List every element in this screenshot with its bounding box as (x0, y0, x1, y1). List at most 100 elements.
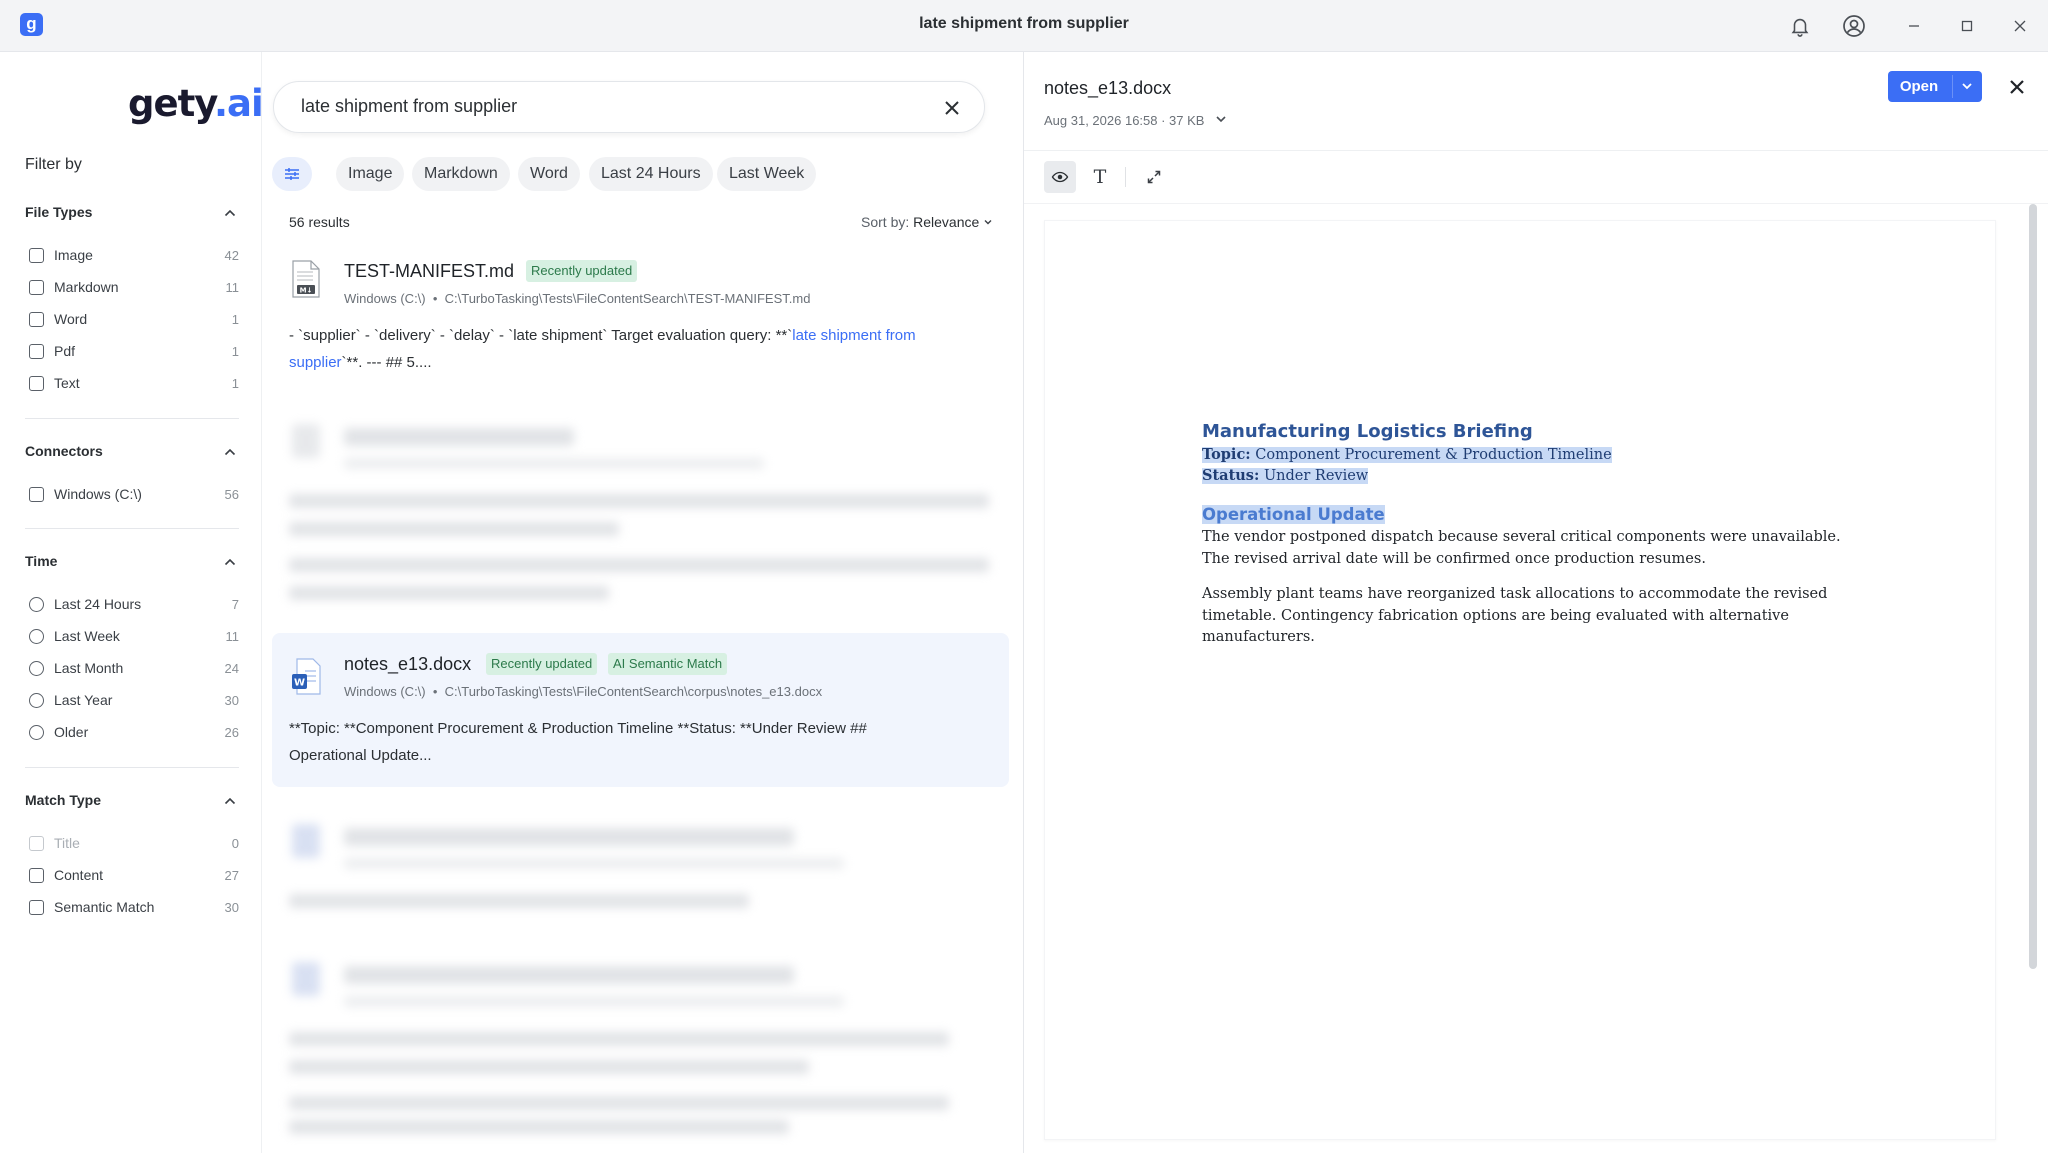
divider (1125, 167, 1126, 187)
checkbox[interactable] (29, 247, 44, 263)
filter-last-24-hours[interactable]: Last 24 Hours 7 (29, 592, 239, 616)
sort-dropdown[interactable]: Sort by: Relevance (861, 214, 993, 230)
divider (1024, 150, 2048, 151)
svg-text:M↓: M↓ (300, 287, 313, 295)
result-title[interactable]: notes_e13.docx (344, 654, 471, 675)
result-snippet: **Topic: **Component Procurement & Produ… (289, 720, 867, 764)
chevron-up-icon[interactable] (222, 444, 238, 460)
checkbox (29, 835, 44, 851)
text-view-icon[interactable]: T (1084, 161, 1116, 193)
checkbox[interactable] (29, 343, 44, 359)
filter-last-month[interactable]: Last Month 24 (29, 656, 239, 680)
doc-subheading: Operational Update (1202, 505, 1385, 524)
filter-toggle-button[interactable] (272, 157, 312, 191)
bell-icon[interactable] (1786, 12, 1814, 40)
checkbox[interactable] (29, 375, 44, 391)
clear-search-icon[interactable] (940, 96, 964, 120)
svg-text:W: W (294, 678, 305, 689)
close-preview-icon[interactable] (2005, 75, 2029, 99)
doc-status: Status: Under Review (1202, 467, 1369, 484)
filter-sidebar: gety.ai Filter by File Types Image 42 Mar… (0, 52, 264, 1153)
results-count: 56 results (289, 214, 350, 230)
document-page: Manufacturing Logistics Briefing Topic: … (1044, 220, 1996, 1140)
filter-windows-c[interactable]: Windows (C:\) 56 (29, 482, 239, 506)
expand-icon[interactable] (1138, 161, 1170, 193)
chip-image[interactable]: Image (336, 157, 405, 191)
filter-older[interactable]: Older 26 (29, 720, 239, 744)
connectors-header[interactable]: Connectors (25, 443, 103, 459)
radio[interactable] (29, 692, 44, 708)
search-input[interactable] (301, 96, 901, 117)
chip-last-24-hours[interactable]: Last 24 Hours (589, 157, 713, 191)
chip-word[interactable]: Word (518, 157, 580, 191)
divider (1024, 203, 2048, 204)
markdown-file-icon: M↓ (292, 260, 320, 298)
result-item[interactable]: M↓ TEST-MANIFEST.md Recently updated Win… (272, 248, 1009, 378)
time-header[interactable]: Time (25, 553, 57, 569)
chip-last-week[interactable]: Last Week (717, 157, 817, 191)
expand-arrows-icon (1147, 170, 1161, 184)
filter-title: Title 0 (29, 831, 239, 855)
minimize-icon[interactable] (1900, 12, 1928, 40)
file-types-header[interactable]: File Types (25, 204, 92, 220)
filter-markdown[interactable]: Markdown 11 (29, 275, 239, 299)
match-type-header[interactable]: Match Type (25, 792, 101, 808)
chevron-down-icon[interactable] (1214, 112, 1228, 126)
preview-view-button[interactable] (1044, 161, 1076, 193)
ai-semantic-match-badge: AI Semantic Match (608, 653, 728, 675)
chevron-up-icon[interactable] (222, 793, 238, 809)
open-button[interactable]: Open (1888, 71, 1982, 102)
blurred-result-item (272, 812, 1009, 922)
filter-word[interactable]: Word 1 (29, 307, 239, 331)
preview-scrollbar[interactable] (2029, 204, 2037, 969)
checkbox[interactable] (29, 486, 44, 502)
filter-pdf[interactable]: Pdf 1 (29, 339, 239, 363)
result-path: Windows (C:\) • C:\TurboTasking\Tests\Fi… (344, 684, 823, 699)
blurred-result-item (272, 950, 1009, 1140)
filter-text[interactable]: Text 1 (29, 371, 239, 395)
close-window-icon[interactable] (2006, 12, 2034, 40)
chip-markdown[interactable]: Markdown (412, 157, 510, 191)
result-title[interactable]: TEST-MANIFEST.md (344, 261, 514, 282)
chevron-up-icon[interactable] (222, 205, 238, 221)
checkbox[interactable] (29, 899, 44, 915)
maximize-icon[interactable] (1953, 12, 1981, 40)
doc-paragraph: The vendor postponed dispatch because se… (1202, 529, 1841, 567)
result-snippet: - `supplier` - `delivery` - `delay` - `l… (289, 327, 916, 371)
recently-updated-badge: Recently updated (486, 653, 598, 675)
title-bar: g late shipment from supplier (0, 0, 2048, 52)
doc-paragraph: Assembly plant teams have reorganized ta… (1202, 586, 1828, 645)
gety-logo: gety.ai (128, 82, 264, 125)
eye-icon (1051, 171, 1069, 183)
result-item-selected[interactable]: W notes_e13.docx Recently updated AI Sem… (272, 633, 1009, 787)
window-title: late shipment from supplier (919, 15, 1129, 32)
doc-heading: Manufacturing Logistics Briefing (1202, 421, 1533, 442)
recently-updated-badge: Recently updated (526, 260, 638, 282)
radio[interactable] (29, 724, 44, 740)
checkbox[interactable] (29, 867, 44, 883)
checkbox[interactable] (29, 311, 44, 327)
radio[interactable] (29, 596, 44, 612)
filter-image[interactable]: Image 42 (29, 243, 239, 267)
chevron-up-icon[interactable] (222, 554, 238, 570)
divider (25, 418, 239, 419)
radio[interactable] (29, 660, 44, 676)
divider (25, 767, 239, 768)
chevron-down-icon[interactable] (1960, 79, 1974, 93)
filter-semantic-match[interactable]: Semantic Match 30 (29, 895, 239, 919)
radio[interactable] (29, 628, 44, 644)
preview-meta: Aug 31, 2026 16:58 · 37 KB (1044, 113, 1205, 128)
checkbox[interactable] (29, 279, 44, 295)
divider (25, 528, 239, 529)
filter-last-year[interactable]: Last Year 30 (29, 688, 239, 712)
blurred-result-item (272, 412, 1009, 612)
preview-filename: notes_e13.docx (1044, 78, 1172, 98)
account-icon[interactable] (1840, 12, 1868, 40)
preview-pane: notes_e13.docx Aug 31, 2026 16:58 · 37 K… (1023, 52, 2048, 1153)
filter-content[interactable]: Content 27 (29, 863, 239, 887)
filter-by-label: Filter by (25, 156, 82, 173)
word-file-icon: W (292, 658, 321, 695)
chevron-down-icon (984, 220, 992, 225)
sliders-icon (285, 168, 299, 180)
filter-last-week[interactable]: Last Week 11 (29, 624, 239, 648)
